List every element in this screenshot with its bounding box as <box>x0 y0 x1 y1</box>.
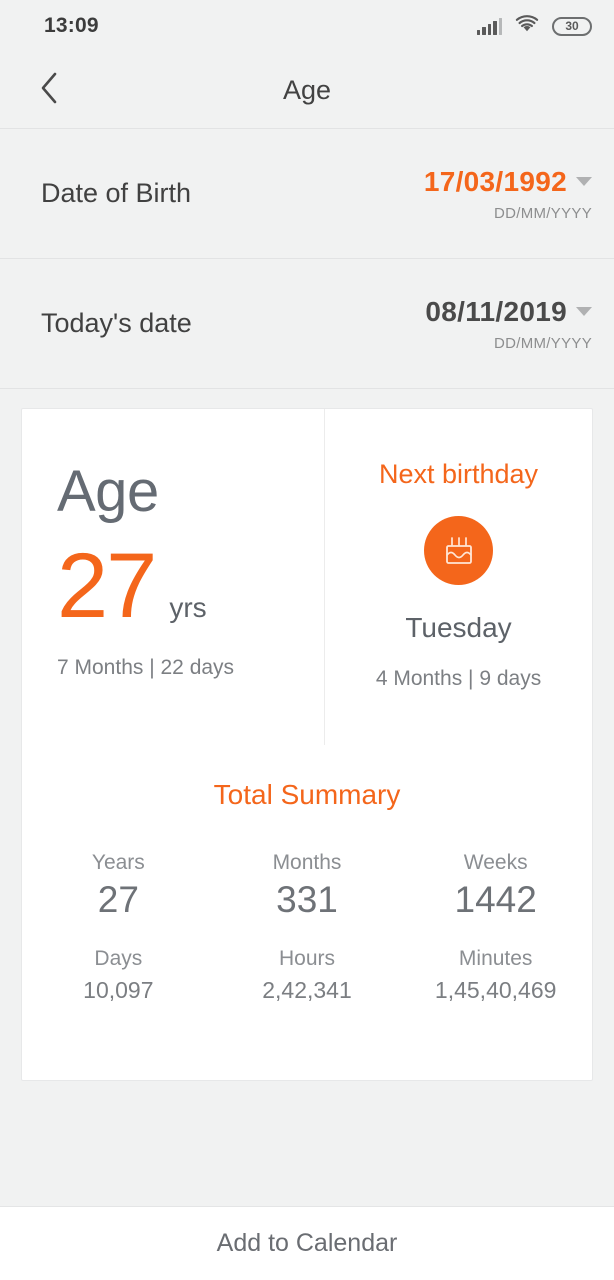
next-birthday-panel: Next birthday Tuesday 4 Months | 9 days <box>325 409 592 745</box>
total-summary-title: Total Summary <box>213 779 401 810</box>
date-of-birth-value: 17/03/1992 <box>423 165 567 197</box>
todays-date-value-group[interactable]: 08/11/2019 DD/MM/YYYY <box>425 296 592 352</box>
age-heading: Age <box>57 459 159 524</box>
age-panel: Age 27 yrs 7 Months | 22 days <box>22 409 325 745</box>
add-to-calendar-button[interactable]: Add to Calendar <box>0 1206 614 1280</box>
summary-value: 1442 <box>454 879 537 920</box>
summary-row-primary: Years 27 Months 331 Weeks 1442 <box>24 851 590 920</box>
chevron-down-icon[interactable] <box>576 307 592 316</box>
card-top-section: Age 27 yrs 7 Months | 22 days Next birth… <box>22 409 592 745</box>
total-summary-section: Total Summary Years 27 Months 331 Weeks … <box>22 745 592 1080</box>
title-bar: Age <box>0 52 614 129</box>
age-value-row: 27 yrs <box>57 535 324 637</box>
battery-icon: 30 <box>552 16 592 36</box>
next-birthday-detail: 4 Months | 9 days <box>375 667 542 690</box>
signal-bars-icon <box>476 17 502 35</box>
chevron-down-icon[interactable] <box>576 177 592 186</box>
age-number: 27 <box>57 535 157 637</box>
summary-value: 2,42,341 <box>262 976 352 1003</box>
summary-value: 331 <box>276 879 338 920</box>
todays-date-label: Today's date <box>41 308 192 338</box>
summary-value: 1,45,40,469 <box>434 976 557 1003</box>
next-birthday-weekday: Tuesday <box>405 612 512 643</box>
summary-label: Days <box>94 946 143 970</box>
app-screen: 13:09 30 Age Date of Birth 17/03/1992 DD… <box>0 0 614 1280</box>
card-container: Age 27 yrs 7 Months | 22 days Next birth… <box>0 389 614 1206</box>
summary-label: Minutes <box>458 946 533 970</box>
date-of-birth-format: DD/MM/YYYY <box>493 204 592 222</box>
date-of-birth-value-group[interactable]: 17/03/1992 DD/MM/YYYY <box>424 166 592 222</box>
status-time: 13:09 <box>44 14 99 37</box>
summary-cell-days: Days 10,097 <box>24 947 213 1002</box>
summary-label: Months <box>272 851 342 874</box>
todays-date-row[interactable]: Today's date 08/11/2019 DD/MM/YYYY <box>0 259 614 389</box>
status-bar: 13:09 30 <box>0 0 614 52</box>
summary-label: Years <box>91 851 145 874</box>
date-of-birth-label: Date of Birth <box>41 178 192 208</box>
battery-level: 30 <box>565 19 579 33</box>
todays-date-value: 08/11/2019 <box>425 295 567 327</box>
summary-cell-months: Months 331 <box>213 851 402 920</box>
add-to-calendar-label: Add to Calendar <box>216 1229 398 1257</box>
summary-cell-hours: Hours 2,42,341 <box>213 947 402 1002</box>
back-button[interactable] <box>26 66 74 114</box>
page-title: Age <box>282 74 332 105</box>
age-result-card: Age 27 yrs 7 Months | 22 days Next birth… <box>21 408 593 1081</box>
status-icons: 30 <box>476 14 592 38</box>
todays-date-format: DD/MM/YYYY <box>493 334 592 352</box>
age-unit-label: yrs <box>169 592 207 623</box>
date-of-birth-row[interactable]: Date of Birth 17/03/1992 DD/MM/YYYY <box>0 129 614 259</box>
age-detail: 7 Months | 22 days <box>57 655 235 679</box>
next-birthday-heading: Next birthday <box>378 459 539 489</box>
summary-label: Hours <box>278 946 336 970</box>
birthday-cake-icon <box>424 516 493 585</box>
summary-cell-weeks: Weeks 1442 <box>401 851 590 920</box>
date-of-birth-selector[interactable]: 17/03/1992 <box>424 166 592 198</box>
summary-cell-years: Years 27 <box>24 851 213 920</box>
summary-cell-minutes: Minutes 1,45,40,469 <box>401 947 590 1002</box>
summary-label: Weeks <box>463 851 528 874</box>
summary-value: 27 <box>97 879 139 920</box>
todays-date-selector[interactable]: 08/11/2019 <box>425 296 592 328</box>
summary-value: 10,097 <box>83 976 154 1003</box>
chevron-left-icon <box>38 71 62 110</box>
summary-row-secondary: Days 10,097 Hours 2,42,341 Minutes 1,45,… <box>24 947 590 1002</box>
wifi-icon <box>515 14 539 38</box>
